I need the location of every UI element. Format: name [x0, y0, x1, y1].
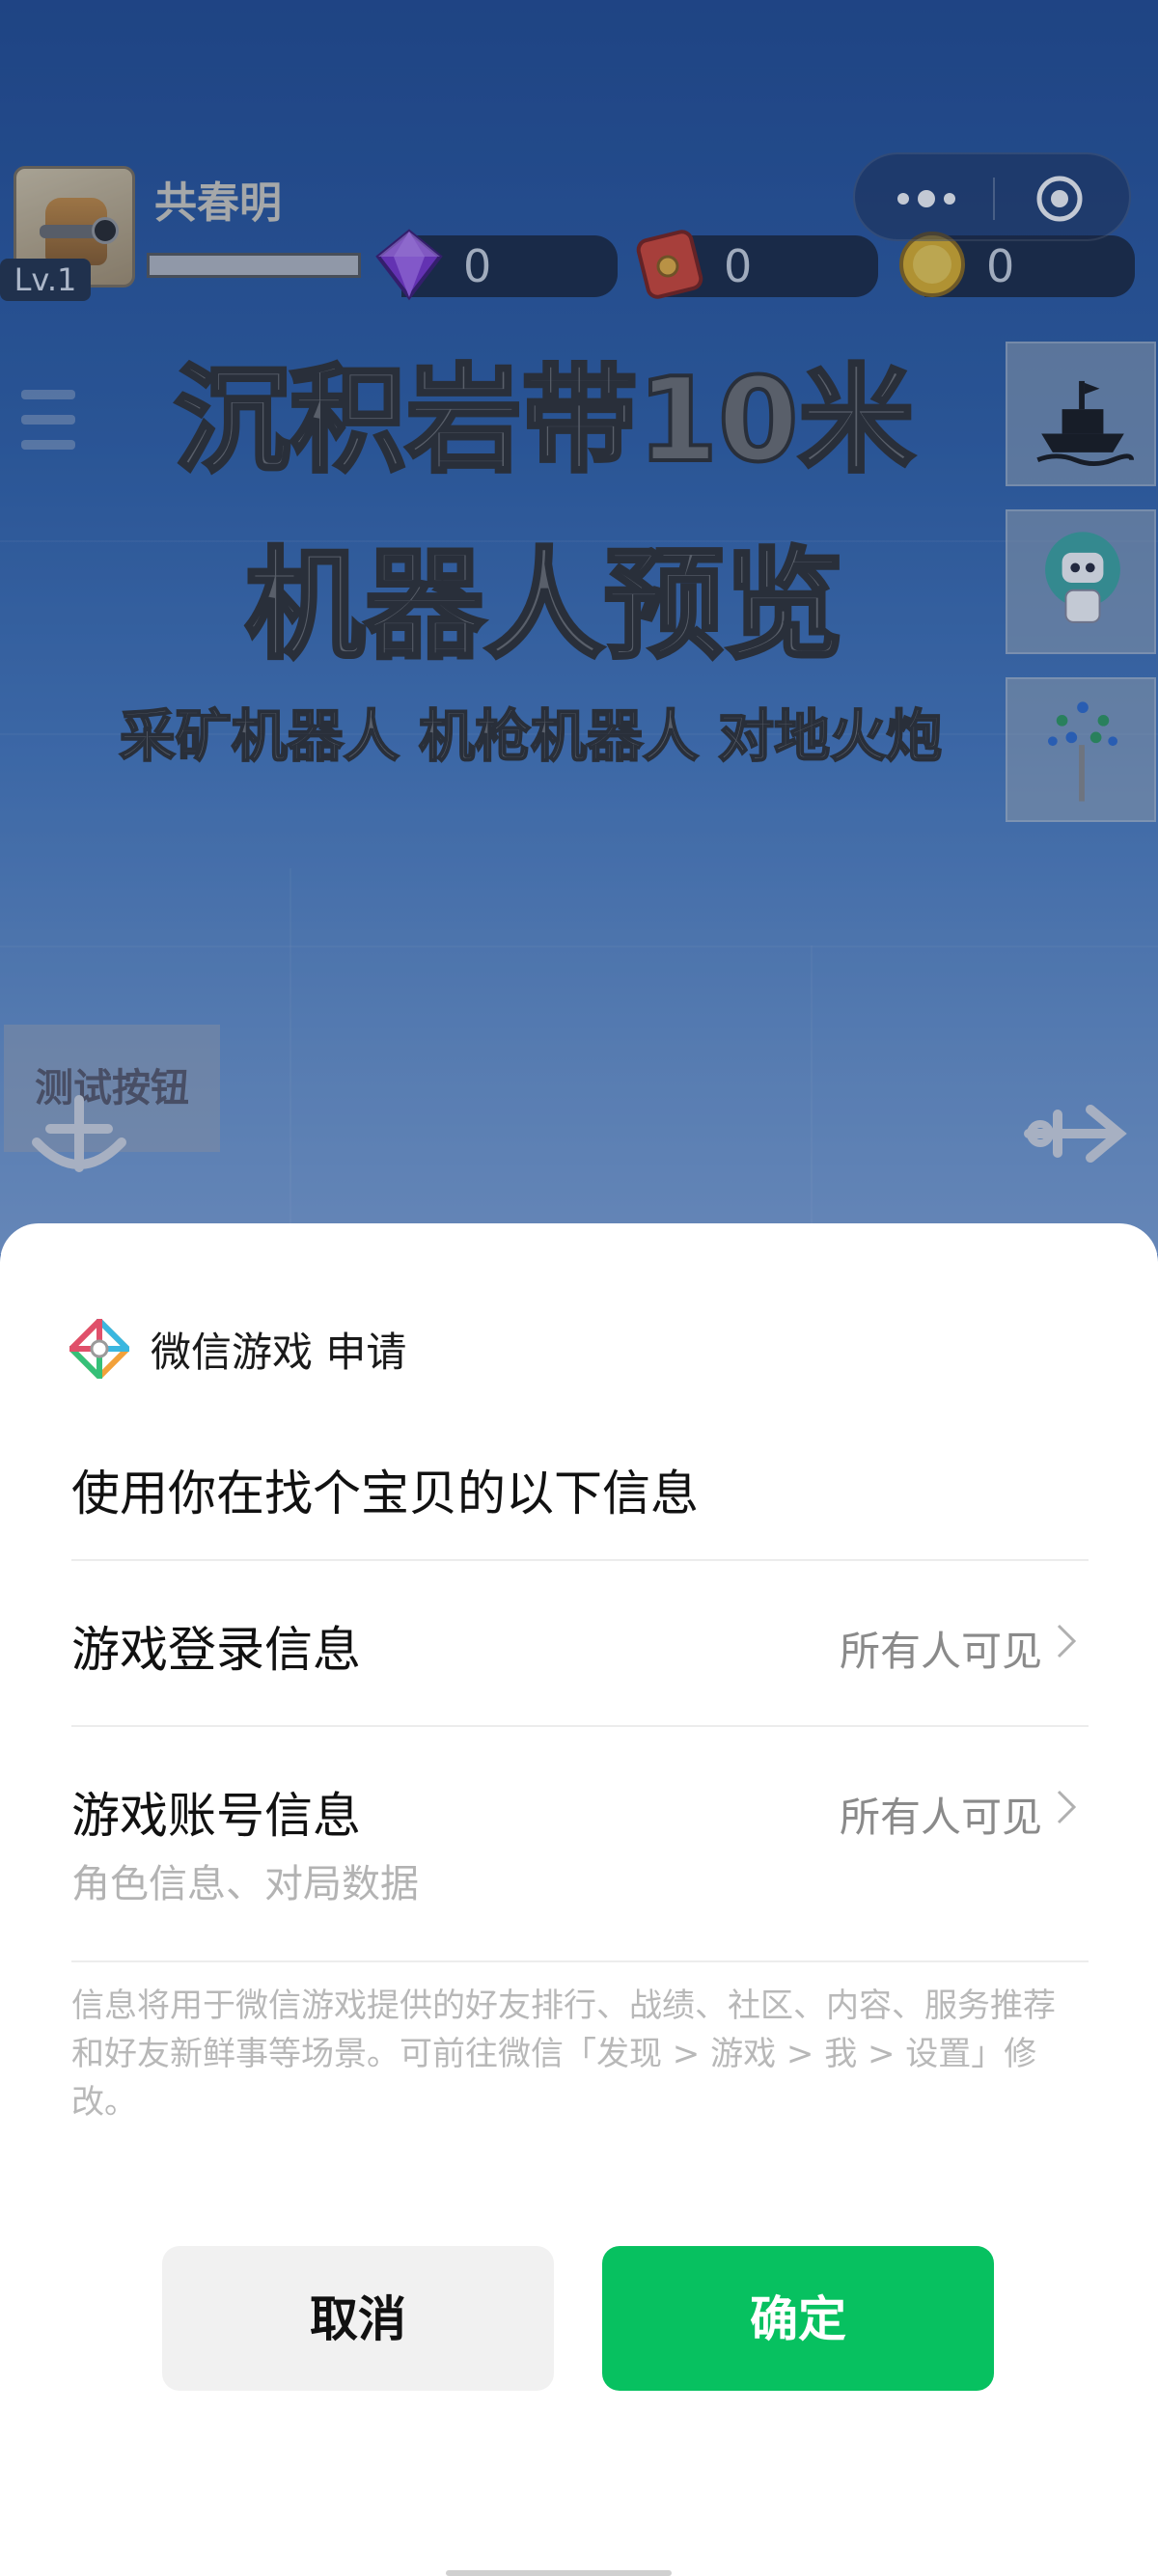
row-visibility[interactable]: 所有人可见	[840, 1785, 1042, 1844]
row-visibility[interactable]: 所有人可见	[840, 1619, 1042, 1678]
privacy-note: 信息将用于微信游戏提供的好友排行、战绩、社区、内容、服务推荐和好友新鲜事等场景。…	[71, 1987, 1056, 2122]
game-canvas[interactable]: Lv.1 共春明 0 0 0 沉积岩带10米 机器人预览 采矿机器人 机枪机器人…	[0, 0, 1158, 1254]
divider	[71, 1559, 1089, 1561]
app-name: 微信游戏 申请	[151, 1328, 407, 1376]
chevron-right-icon	[1057, 1624, 1077, 1658]
divider	[71, 1725, 1089, 1727]
app-header: 微信游戏 申请	[69, 1316, 406, 1382]
request-title: 使用你在找个宝贝的以下信息	[71, 1466, 699, 1521]
cancel-button[interactable]: 取消	[162, 2246, 554, 2391]
row-description: 角色信息、对局数据	[71, 1862, 419, 1906]
home-indicator	[446, 2570, 672, 2576]
row-label: 游戏账号信息	[71, 1788, 361, 1844]
divider	[71, 1960, 1089, 1962]
confirm-button[interactable]: 确定	[602, 2246, 994, 2391]
row-label: 游戏登录信息	[71, 1622, 361, 1678]
chevron-right-icon	[1057, 1790, 1077, 1824]
modal-overlay[interactable]	[0, 0, 1158, 1254]
permission-sheet: 微信游戏 申请 使用你在找个宝贝的以下信息 游戏登录信息 所有人可见 游戏账号信…	[0, 1223, 1158, 2576]
wechat-game-logo-icon	[69, 1319, 129, 1379]
